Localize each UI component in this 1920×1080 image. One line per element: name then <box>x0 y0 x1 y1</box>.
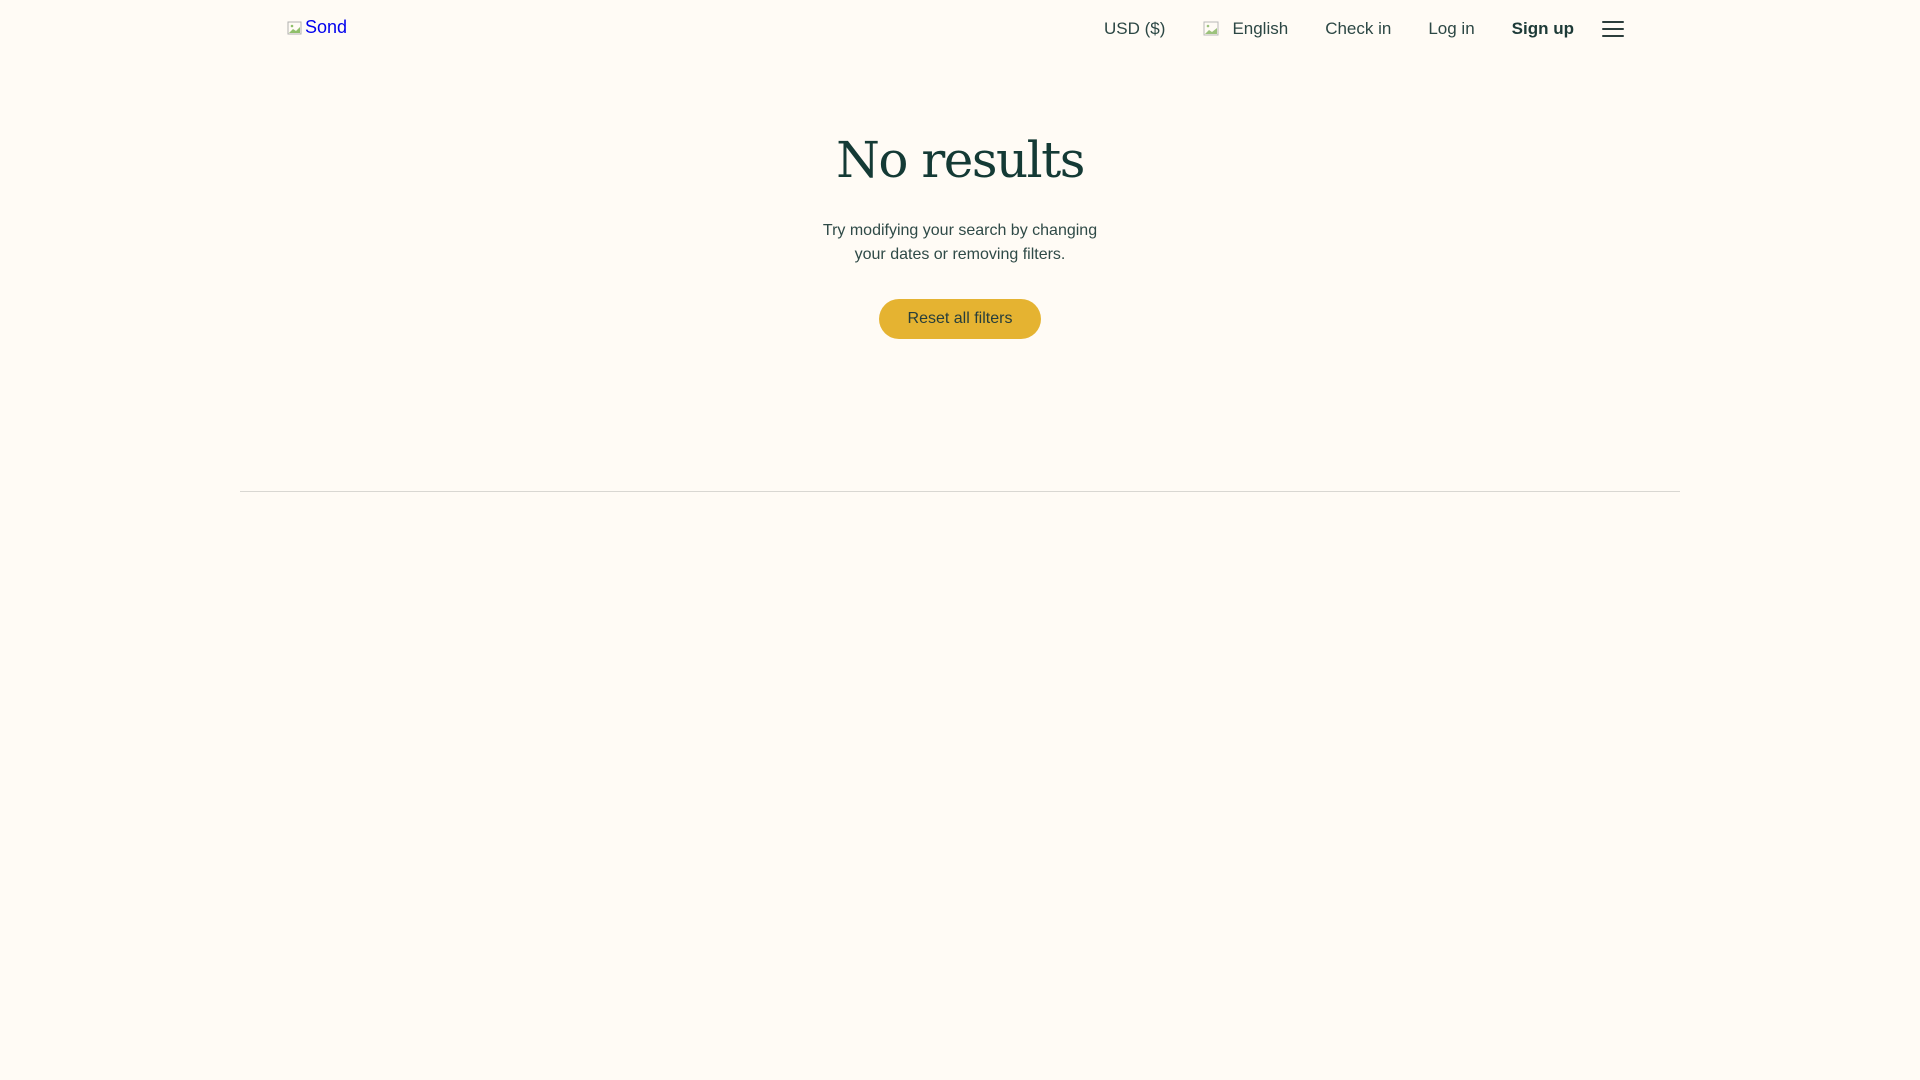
reset-all-filters-button[interactable]: Reset all filters <box>878 299 1042 339</box>
no-results-section: No results Try modifying your search by … <box>0 125 1920 339</box>
language-label: English <box>1232 19 1289 38</box>
currency-label: USD ($) <box>1104 19 1166 38</box>
site-header: Sond USD ($) English Check in Log in Sig… <box>0 0 1920 58</box>
check-in-label: Check in <box>1325 19 1392 38</box>
page-title: No results <box>836 131 1085 189</box>
header-nav: USD ($) English Check in Log in Sign up <box>1104 0 1574 58</box>
hamburger-menu-icon-bar <box>1602 28 1624 30</box>
logo-link[interactable]: Sond <box>287 17 347 38</box>
check-in-link[interactable]: Check in <box>1325 19 1391 39</box>
broken-image-icon <box>287 20 303 36</box>
section-divider <box>240 491 1680 492</box>
no-results-message: Try modifying your search by changing yo… <box>822 222 1098 263</box>
hamburger-menu-icon <box>1602 21 1624 23</box>
globe-icon <box>1202 19 1222 39</box>
log-in-link[interactable]: Log in <box>1428 19 1474 39</box>
sign-up-label: Sign up <box>1511 19 1574 38</box>
language-selector[interactable]: English <box>1202 19 1288 39</box>
sign-up-link[interactable]: Sign up <box>1512 19 1574 39</box>
currency-selector[interactable]: USD ($) <box>1104 19 1165 39</box>
log-in-label: Log in <box>1428 19 1475 38</box>
hamburger-menu-button[interactable] <box>1602 17 1626 41</box>
logo-alt-text: Sond <box>305 17 348 37</box>
hamburger-menu-icon-bar <box>1602 35 1624 37</box>
